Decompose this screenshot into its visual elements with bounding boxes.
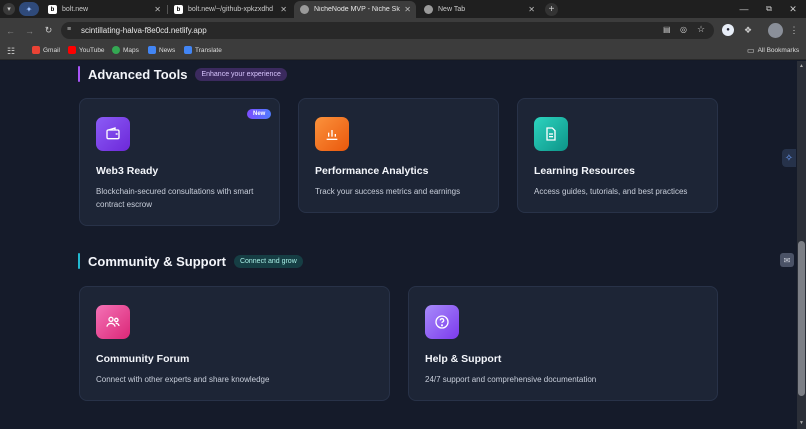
- card-description: Connect with other experts and share kno…: [96, 375, 270, 384]
- gemini-icon[interactable]: ✦: [19, 2, 39, 16]
- help-icon: [425, 305, 459, 339]
- users-icon: [96, 305, 130, 339]
- community-pill: Connect and grow: [233, 254, 303, 268]
- eye-off-icon[interactable]: ◎: [680, 25, 687, 34]
- card-title: Help & Support: [425, 353, 502, 365]
- avatar[interactable]: [768, 23, 783, 38]
- advanced-tools-title: Advanced Tools: [88, 66, 188, 82]
- card-description: 24/7 support and comprehensive documenta…: [425, 375, 597, 384]
- close-icon[interactable]: ✕: [280, 5, 287, 14]
- close-icon[interactable]: ✕: [528, 5, 535, 14]
- minimize-icon[interactable]: —: [736, 2, 752, 16]
- site-info-icon[interactable]: ≡: [67, 26, 71, 33]
- tab-bolt-github[interactable]: b bolt.new/~/github-xpkzxdhd ✕: [168, 1, 292, 18]
- card-description: Track your success metrics and earnings: [315, 187, 461, 196]
- scroll-up-icon[interactable]: ▲: [799, 63, 804, 69]
- translate-icon: [184, 46, 192, 54]
- section-accent-bar: [78, 66, 80, 82]
- community-forum-card[interactable]: Community Forum Connect with other exper…: [79, 286, 390, 401]
- learning-resources-card[interactable]: Learning Resources Access guides, tutori…: [517, 98, 718, 213]
- browser-tab-strip: ▾ ✦ b bolt.new ✕ b bolt.new/~/github-xpk…: [0, 0, 806, 18]
- community-header: Community & Support Connect and grow: [78, 253, 303, 269]
- community-title: Community & Support: [88, 253, 226, 269]
- globe-icon: [300, 5, 309, 14]
- web3-ready-card[interactable]: New Web3 Ready Blockchain-secured consul…: [79, 98, 280, 226]
- scrollbar-thumb[interactable]: [798, 241, 805, 396]
- address-bar[interactable]: ≡ scintillating-halva-f8e0cd.netlify.app…: [61, 22, 714, 39]
- all-bookmarks[interactable]: ▭ All Bookmarks: [747, 46, 799, 55]
- card-title: Web3 Ready: [96, 165, 159, 177]
- globe-icon: [424, 5, 433, 14]
- reload-icon[interactable]: ↻: [42, 24, 55, 37]
- forward-icon[interactable]: →: [23, 24, 36, 37]
- tab-new-tab[interactable]: New Tab ✕: [418, 1, 540, 18]
- card-title: Performance Analytics: [315, 165, 429, 177]
- extension-icon[interactable]: ●: [722, 24, 734, 36]
- maps-icon: [112, 46, 120, 54]
- tab-label: bolt.new/~/github-xpkzxdhd: [188, 6, 274, 13]
- extensions-puzzle-icon[interactable]: ❖: [742, 24, 754, 36]
- performance-analytics-card[interactable]: Performance Analytics Track your success…: [298, 98, 499, 213]
- tab-nichenode[interactable]: NicheNode MVP - Niche Skills ✕: [294, 1, 416, 18]
- card-description: Blockchain-secured consultations with sm…: [96, 187, 254, 209]
- close-icon[interactable]: ✕: [154, 5, 161, 14]
- folder-icon: ▭: [747, 46, 755, 55]
- tab-bolt-new[interactable]: b bolt.new ✕: [42, 1, 166, 18]
- bookmark-translate[interactable]: Translate: [184, 46, 222, 54]
- new-tab-button[interactable]: +: [545, 3, 558, 16]
- tab-label: New Tab: [438, 6, 466, 13]
- apps-grid-icon[interactable]: ☷: [7, 46, 15, 57]
- bar-chart-icon: [315, 117, 349, 151]
- browser-toolbar: ← → ↻ ≡ scintillating-halva-f8e0cd.netli…: [0, 18, 806, 43]
- bolt-favicon-icon: b: [174, 5, 183, 14]
- advanced-tools-pill: Enhance your experience: [195, 67, 287, 81]
- card-title: Community Forum: [96, 353, 190, 365]
- bolt-widget-icon[interactable]: ✧: [782, 149, 796, 167]
- back-icon[interactable]: ←: [4, 24, 17, 37]
- close-window-icon[interactable]: ✕: [785, 2, 801, 16]
- bookmark-youtube[interactable]: YouTube: [68, 46, 105, 54]
- bookmark-news[interactable]: News: [148, 46, 175, 54]
- card-description: Access guides, tutorials, and best pract…: [534, 187, 688, 196]
- tab-label: bolt.new: [62, 6, 89, 13]
- new-badge: New: [247, 109, 272, 119]
- bookmark-gmail[interactable]: Gmail: [32, 46, 60, 54]
- card-title: Learning Resources: [534, 165, 635, 177]
- gmail-icon: [32, 46, 40, 54]
- bookmarks-bar: ☷ Gmail YouTube Maps News Translate ▭ Al…: [0, 43, 806, 60]
- youtube-icon: [68, 46, 76, 54]
- advanced-tools-header: Advanced Tools Enhance your experience: [78, 66, 287, 82]
- section-accent-bar: [78, 253, 80, 269]
- tab-search-button[interactable]: ▾: [3, 3, 15, 15]
- url-text: scintillating-halva-f8e0cd.netlify.app: [81, 26, 207, 35]
- wallet-icon: [96, 117, 130, 151]
- page-content: Advanced Tools Enhance your experience N…: [0, 61, 797, 429]
- translate-page-icon[interactable]: ▤: [663, 25, 671, 34]
- bolt-favicon-icon: b: [48, 5, 57, 14]
- help-support-card[interactable]: Help & Support 24/7 support and comprehe…: [408, 286, 718, 401]
- restore-icon[interactable]: ⧉: [761, 2, 777, 16]
- star-icon[interactable]: ☆: [697, 24, 705, 35]
- mail-widget-icon[interactable]: ✉: [780, 253, 794, 267]
- scroll-down-icon[interactable]: ▼: [799, 420, 804, 426]
- menu-icon[interactable]: ⋮: [789, 24, 799, 36]
- page-scrollbar[interactable]: ▲ ▼: [797, 61, 806, 429]
- news-icon: [148, 46, 156, 54]
- close-icon[interactable]: ✕: [404, 5, 411, 14]
- bookmark-maps[interactable]: Maps: [112, 46, 139, 54]
- document-icon: [534, 117, 568, 151]
- tab-label: NicheNode MVP - Niche Skills: [314, 6, 400, 13]
